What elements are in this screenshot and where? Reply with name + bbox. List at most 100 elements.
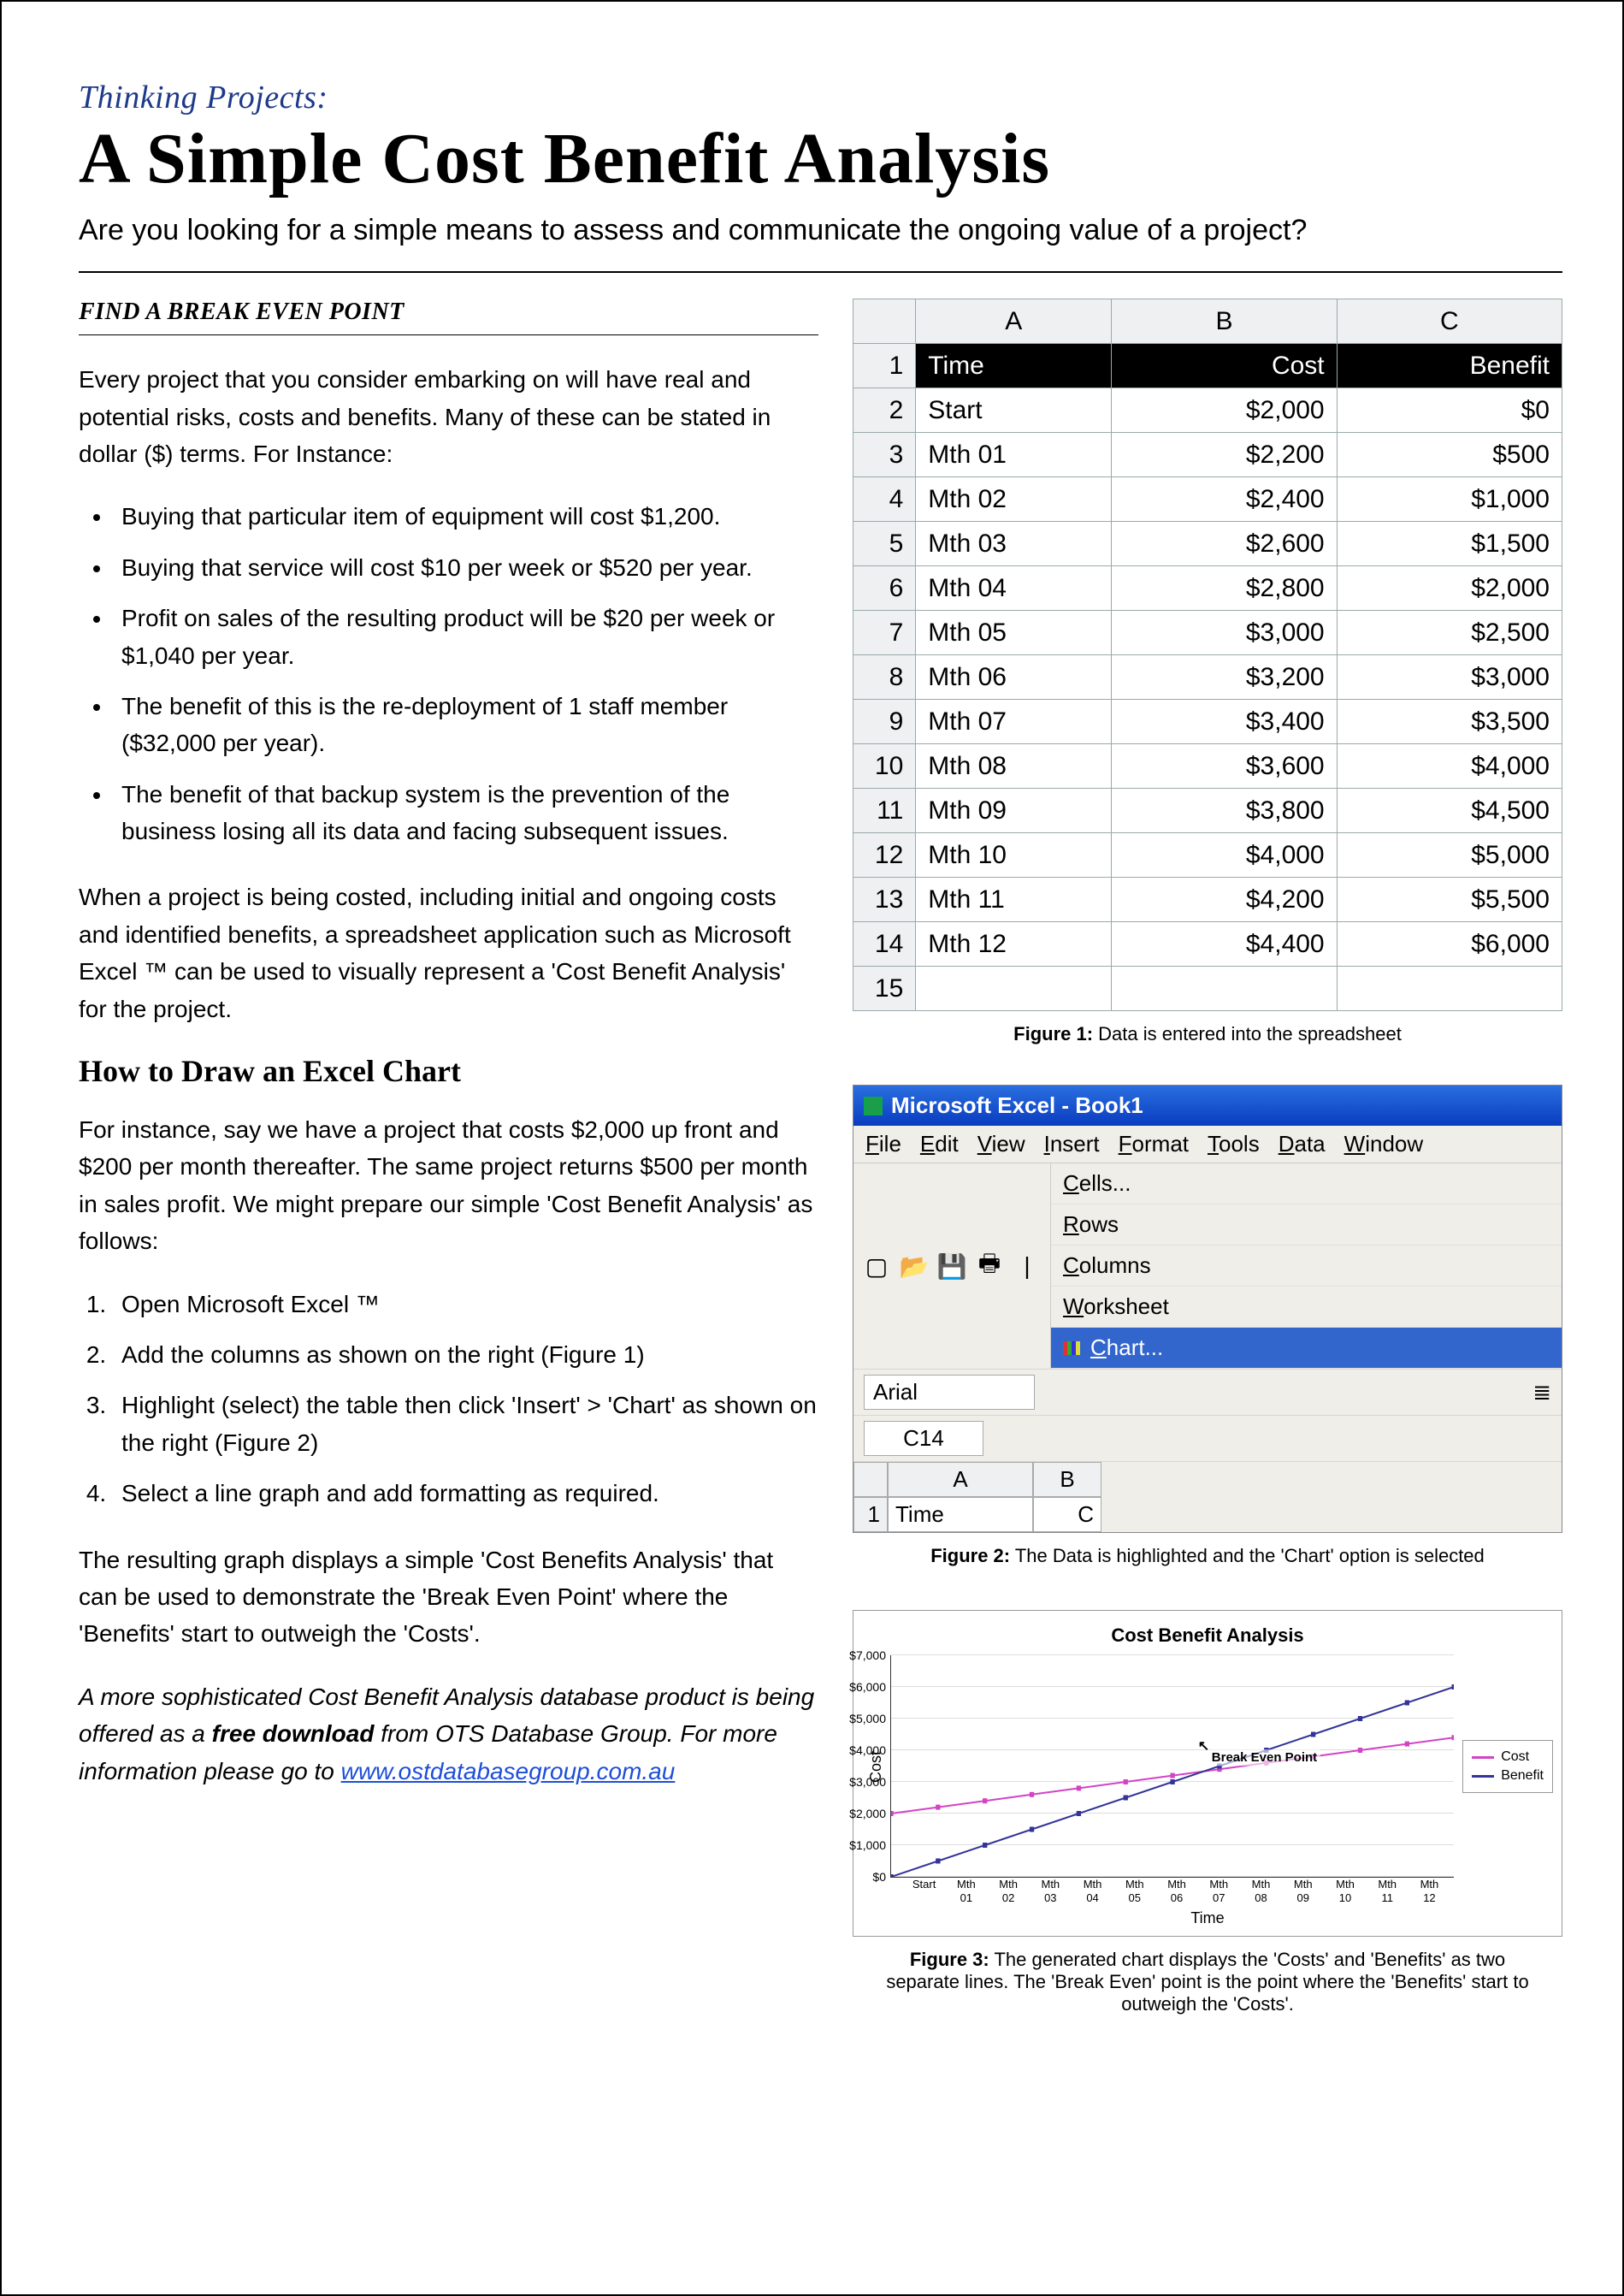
rownum-cell: 14 [853, 922, 916, 967]
rownum-cell: 12 [853, 833, 916, 878]
menu-item[interactable]: View [977, 1131, 1025, 1157]
benefit-cell: $0 [1337, 388, 1562, 433]
benefit-cell: $3,000 [1337, 655, 1562, 700]
xtick-label: Mth05 [1113, 1878, 1155, 1904]
rownum-cell: 2 [853, 388, 916, 433]
table-row: 8Mth 06$3,200$3,000 [853, 655, 1562, 700]
time-cell: Mth 04 [916, 566, 1112, 611]
xtick-label: Start [903, 1878, 945, 1904]
ytick-label: $5,000 [849, 1712, 891, 1725]
table-row: 10Mth 08$3,600$4,000 [853, 744, 1562, 789]
time-cell: Mth 12 [916, 922, 1112, 967]
mini-col-a: A [888, 1462, 1033, 1497]
menu-item[interactable]: Window [1344, 1131, 1423, 1157]
footer-bold: free download [212, 1720, 375, 1747]
xtick-label: Mth03 [1030, 1878, 1072, 1904]
ytick-label: $6,000 [849, 1680, 891, 1694]
menu-item[interactable]: Format [1119, 1131, 1189, 1157]
dropdown-item[interactable]: Chart... [1051, 1328, 1562, 1369]
chart-xlabel: Time [862, 1909, 1553, 1927]
list-item: The benefit of this is the re-deployment… [113, 688, 818, 762]
insert-dropdown: Cells...RowsColumnsWorksheetChart... [1050, 1163, 1562, 1369]
benefit-cell: $5,000 [1337, 833, 1562, 878]
cellref-box: C14 [864, 1421, 983, 1456]
mini-rownum: 1 [853, 1497, 888, 1532]
howto-intro: For instance, say we have a project that… [79, 1111, 818, 1260]
spreadsheet-table: A B C 1TimeCostBenefit2Start$2,000$03Mth… [853, 299, 1562, 1011]
time-cell: Mth 10 [916, 833, 1112, 878]
cost-cell: $4,400 [1112, 922, 1337, 967]
dropdown-item[interactable]: Rows [1051, 1204, 1562, 1246]
col-letter-c: C [1337, 299, 1562, 344]
time-cell: Mth 01 [916, 433, 1112, 477]
benefit-cell: $2,000 [1337, 566, 1562, 611]
xtick-label: Mth11 [1367, 1878, 1408, 1904]
excel-toolbar: ▢ 📂 💾 🖶 | [853, 1246, 1050, 1286]
footer-link[interactable]: www.ostdatabasegroup.com.au [341, 1758, 676, 1784]
chart-icon [1063, 1341, 1080, 1355]
after-bullets-para: When a project is being costed, includin… [79, 879, 818, 1027]
rownum-cell: 10 [853, 744, 916, 789]
menu-item[interactable]: Data [1279, 1131, 1326, 1157]
ytick-label: $7,000 [849, 1648, 891, 1662]
list-item: Open Microsoft Excel ™ [113, 1286, 818, 1323]
rownum-cell: 15 [853, 967, 916, 1011]
page-title: A Simple Cost Benefit Analysis [79, 121, 1562, 197]
legend-item: Cost [1472, 1749, 1544, 1765]
dropdown-item[interactable]: Worksheet [1051, 1287, 1562, 1328]
header-cell: Benefit [1337, 344, 1562, 388]
fig3-caption: Figure 3: The generated chart displays t… [883, 1949, 1532, 2015]
font-row: Arial ≣ [853, 1370, 1562, 1416]
legend-item: Benefit [1472, 1768, 1544, 1784]
fig1-caption: Figure 1: Data is entered into the sprea… [853, 1023, 1562, 1045]
divider-icon: | [1014, 1253, 1040, 1279]
section-subhead: FIND A BREAK EVEN POINT [79, 299, 818, 335]
rownum-cell: 9 [853, 700, 916, 744]
fig1-label: Figure 1: [1013, 1023, 1093, 1044]
list-item: Buying that particular item of equipment… [113, 498, 818, 535]
font-box: Arial [864, 1375, 1035, 1410]
cost-cell: $2,800 [1112, 566, 1337, 611]
chart-xticks: StartMth01Mth02Mth03Mth04Mth05Mth06Mth07… [903, 1878, 1450, 1904]
rownum-cell: 8 [853, 655, 916, 700]
fig2-text: The Data is highlighted and the 'Chart' … [1010, 1545, 1485, 1566]
legend-swatch [1472, 1775, 1494, 1778]
list-item: Select a line graph and add formatting a… [113, 1475, 818, 1512]
save-icon: 💾 [939, 1253, 965, 1279]
table-row: 11Mth 09$3,800$4,500 [853, 789, 1562, 833]
cost-cell: $3,800 [1112, 789, 1337, 833]
table-row: 2Start$2,000$0 [853, 388, 1562, 433]
cost-cell: $2,200 [1112, 433, 1337, 477]
intro-para: Every project that you consider embarkin… [79, 361, 818, 472]
empty-cell [1337, 967, 1562, 1011]
col-letter-a: A [916, 299, 1112, 344]
header-cell: Cost [1112, 344, 1337, 388]
xtick-label: Mth09 [1282, 1878, 1324, 1904]
menu-item[interactable]: Insert [1044, 1131, 1100, 1157]
left-column: FIND A BREAK EVEN POINT Every project th… [79, 299, 818, 2015]
col-letter-b: B [1112, 299, 1337, 344]
benefit-cell: $2,500 [1337, 611, 1562, 655]
mini-col-b: B [1033, 1462, 1101, 1497]
benefit-cell: $6,000 [1337, 922, 1562, 967]
menu-item[interactable]: Edit [920, 1131, 959, 1157]
xtick-label: Mth06 [1155, 1878, 1197, 1904]
rownum-cell: 5 [853, 522, 916, 566]
cost-cell: $4,200 [1112, 878, 1337, 922]
dropdown-item[interactable]: Columns [1051, 1246, 1562, 1287]
time-cell: Mth 08 [916, 744, 1112, 789]
time-cell: Mth 02 [916, 477, 1112, 522]
benefit-cell: $3,500 [1337, 700, 1562, 744]
ytick-label: $4,000 [849, 1743, 891, 1757]
xtick-label: Mth02 [987, 1878, 1029, 1904]
dropdown-item[interactable]: Cells... [1051, 1163, 1562, 1204]
cost-cell: $2,000 [1112, 388, 1337, 433]
rownum-cell: 4 [853, 477, 916, 522]
cellref-row: C14 [853, 1416, 1562, 1462]
list-item: Buying that service will cost $10 per we… [113, 549, 818, 586]
table-row: 3Mth 01$2,200$500 [853, 433, 1562, 477]
header-cell: Time [916, 344, 1112, 388]
list-item: Profit on sales of the resulting product… [113, 600, 818, 674]
menu-item[interactable]: Tools [1208, 1131, 1260, 1157]
menu-item[interactable]: File [865, 1131, 901, 1157]
